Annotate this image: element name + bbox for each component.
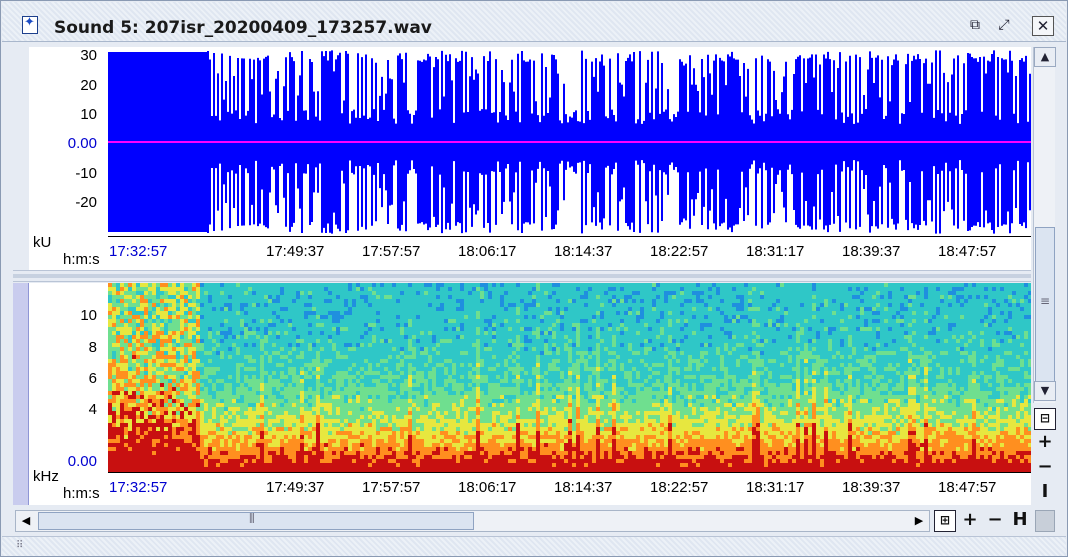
scroll-right-button[interactable]: ▶ [909, 511, 929, 531]
waveform-plot[interactable] [108, 47, 1031, 237]
spectrogram-time-tick: 17:49:37 [266, 479, 325, 496]
spectrogram-y-tick: 0.00 [67, 453, 97, 470]
waveform-y-tick: 20 [80, 77, 97, 94]
vertical-view-icon[interactable]: ⊟ [1034, 408, 1056, 430]
fit-horizontal-button[interactable]: H [1009, 510, 1031, 532]
spectrogram-selector[interactable] [13, 283, 29, 505]
horizontal-view-icon[interactable]: ⊞ [934, 510, 956, 532]
spectrogram-time-tick: 18:31:17 [746, 479, 805, 496]
maximize-icon[interactable]: ⤢ [993, 16, 1015, 36]
waveform-time-tick: 18:47:57 [938, 243, 997, 260]
waveform-time-tick: 18:06:17 [458, 243, 517, 260]
minimize-icon[interactable]: ⧉ [964, 16, 986, 36]
spectrogram-time-tick: 18:39:37 [842, 479, 901, 496]
spectrogram-time-tick: 18:47:57 [938, 479, 997, 496]
scroll-down-button[interactable]: ▼ [1034, 381, 1056, 401]
scroll-left-button[interactable]: ◀ [16, 511, 36, 531]
waveform-time-unit-label: h:m:s [63, 251, 100, 268]
vertical-scrollbar[interactable]: ▲ ▼ [1033, 47, 1056, 403]
vertical-scroll-thumb[interactable] [1035, 227, 1055, 387]
waveform-time-tick: 17:57:57 [362, 243, 421, 260]
waveform-y-tick: -10 [75, 165, 97, 182]
close-icon[interactable]: ✕ [1032, 16, 1054, 36]
spectrogram-time-tick: 18:22:57 [650, 479, 709, 496]
spectrogram-start-time: 17:32:57 [109, 479, 168, 496]
waveform-selector[interactable] [13, 47, 29, 271]
scroll-corner [1035, 510, 1055, 532]
window-title: Sound 5: 207isr_20200409_173257.wav [54, 18, 432, 38]
spectrogram-time-tick: 18:14:37 [554, 479, 613, 496]
spectrogram-time-unit-label: h:m:s [63, 485, 100, 502]
horizontal-scroll-thumb[interactable] [38, 512, 474, 530]
waveform-y-tick: 30 [80, 47, 97, 64]
waveform-y-tick: 10 [80, 106, 97, 123]
spectrogram-unit-label: kHz [33, 468, 59, 485]
waveform-unit-label: kU [33, 234, 52, 251]
spectrogram-y-tick: 6 [88, 370, 97, 387]
zoom-out-vertical-button[interactable]: − [1034, 457, 1056, 479]
panel-divider[interactable] [13, 270, 1031, 282]
waveform-time-tick: 18:31:17 [746, 243, 805, 260]
waveform-start-time: 17:32:57 [109, 243, 168, 260]
zoom-in-horizontal-button[interactable]: + [959, 510, 981, 532]
waveform-y-tick: -20 [75, 194, 97, 211]
fit-vertical-button[interactable]: I [1034, 482, 1056, 504]
zoom-in-vertical-button[interactable]: + [1034, 432, 1056, 454]
waveform-y-tick: 0.00 [67, 135, 97, 152]
waveform-panel[interactable]: 30 20 10 0.00 -10 -20 kU h:m:s 17:32:57 17:49… [13, 47, 1031, 271]
spectrogram-panel[interactable]: 10 8 6 4 0.00 kHz h:m:s 17:32:57 17:49:37 17:… [13, 283, 1031, 505]
waveform-time-tick: 18:22:57 [650, 243, 709, 260]
resize-grip-icon[interactable]: ⠿ [16, 540, 23, 551]
spectrogram-y-tick: 4 [88, 401, 97, 418]
waveform-time-tick: 17:49:37 [266, 243, 325, 260]
zoom-out-horizontal-button[interactable]: − [984, 510, 1006, 532]
status-bar: ⠿ [2, 536, 1066, 556]
sound-file-icon [22, 15, 38, 34]
spectrogram-y-tick: 8 [88, 339, 97, 356]
scroll-up-button[interactable]: ▲ [1034, 47, 1056, 67]
sound-window: Sound 5: 207isr_20200409_173257.wav ⧉ ⤢ … [0, 0, 1068, 557]
spectrogram-y-tick: 10 [80, 307, 97, 324]
waveform-time-tick: 18:14:37 [554, 243, 613, 260]
spectrogram-time-tick: 18:06:17 [458, 479, 517, 496]
spectrogram-plot[interactable] [108, 283, 1031, 473]
waveform-time-tick: 18:39:37 [842, 243, 901, 260]
horizontal-scrollbar[interactable]: ◀ ▶ [15, 510, 930, 532]
title-bar[interactable]: Sound 5: 207isr_20200409_173257.wav ⧉ ⤢ … [2, 2, 1066, 42]
spectrogram-time-tick: 17:57:57 [362, 479, 421, 496]
